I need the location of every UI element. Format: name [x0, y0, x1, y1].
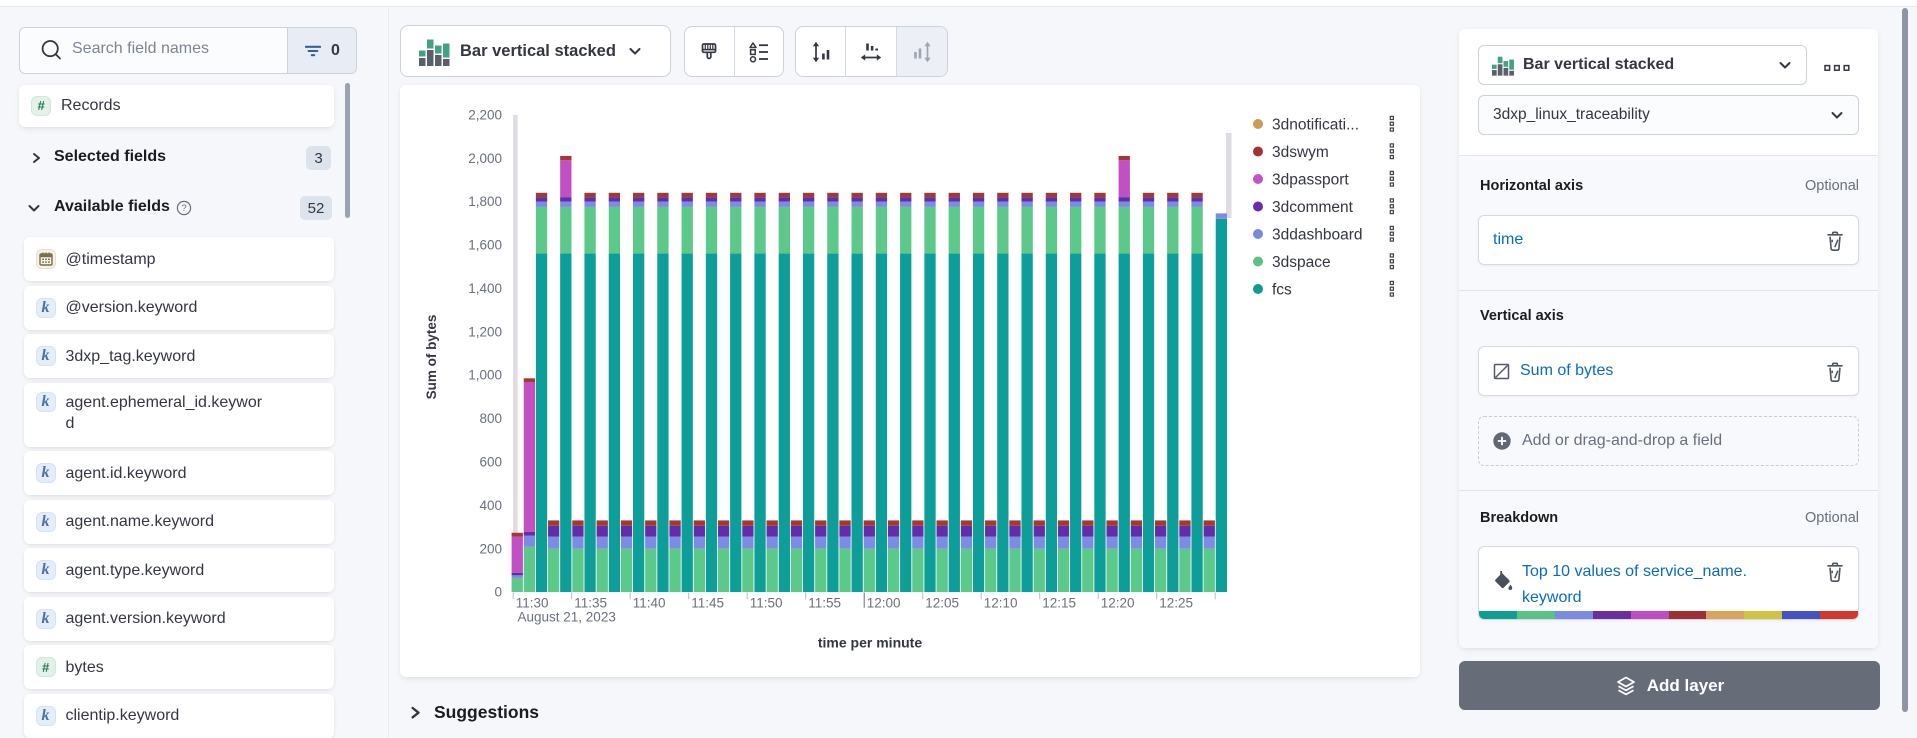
svg-text:12:00: 12:00 [867, 596, 901, 611]
svg-text:200: 200 [479, 541, 502, 556]
svg-text:0: 0 [494, 585, 502, 600]
svg-text:800: 800 [479, 411, 502, 426]
svg-text:400: 400 [479, 498, 502, 513]
svg-text:fcs: fcs [1272, 282, 1292, 299]
svg-text:3ddashboard: 3ddashboard [1272, 227, 1363, 244]
svg-text:12:10: 12:10 [984, 596, 1018, 611]
svg-text:12:20: 12:20 [1101, 596, 1135, 611]
svg-text:11:55: 11:55 [808, 596, 841, 611]
svg-text:1,400: 1,400 [468, 281, 502, 296]
svg-text:1,000: 1,000 [468, 368, 502, 383]
svg-text:12:25: 12:25 [1159, 596, 1193, 611]
svg-text:3dpassport: 3dpassport [1272, 172, 1349, 189]
svg-text:1,600: 1,600 [468, 238, 502, 253]
svg-text:time per minute: time per minute [818, 635, 922, 651]
svg-text:2,200: 2,200 [468, 107, 502, 122]
svg-text:12:15: 12:15 [1042, 596, 1076, 611]
svg-text:11:45: 11:45 [691, 596, 724, 611]
svg-text:3dswym: 3dswym [1272, 144, 1329, 161]
svg-text:11:50: 11:50 [750, 596, 783, 611]
svg-text:August 21, 2023: August 21, 2023 [518, 610, 616, 625]
svg-text:11:40: 11:40 [633, 596, 666, 611]
svg-text:3dcomment: 3dcomment [1272, 199, 1354, 216]
svg-text:Sum of bytes: Sum of bytes [424, 315, 439, 400]
svg-text:?: ? [181, 203, 186, 214]
svg-text:2,000: 2,000 [468, 151, 502, 166]
svg-text:1,800: 1,800 [468, 194, 502, 209]
svg-text:600: 600 [479, 455, 502, 470]
svg-text:12:05: 12:05 [925, 596, 959, 611]
svg-text:3dnotificati...: 3dnotificati... [1272, 117, 1359, 134]
svg-text:3dspace: 3dspace [1272, 254, 1331, 271]
svg-text:11:35: 11:35 [574, 596, 607, 611]
svg-text:1,200: 1,200 [468, 324, 502, 339]
svg-text:11:30: 11:30 [516, 596, 549, 611]
